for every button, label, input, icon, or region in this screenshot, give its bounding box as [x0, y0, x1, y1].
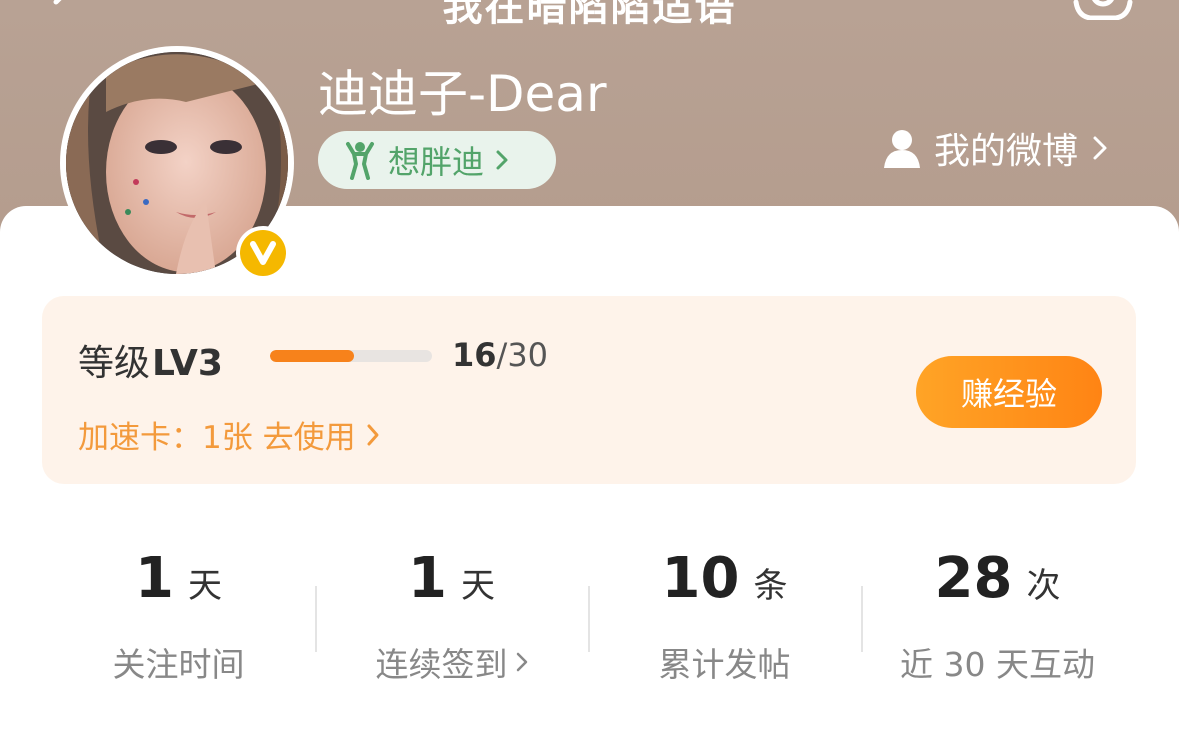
level-current-exp: 16 [452, 336, 497, 374]
stat-unit: 天 [460, 566, 495, 606]
earn-exp-button[interactable]: 赚经验 [916, 356, 1102, 428]
stat-follow-time: 1 天 关注时间 [42, 510, 315, 710]
chevron-right-icon [516, 652, 527, 672]
chevron-right-icon [367, 424, 379, 445]
fan-tag-label: 想胖迪 [388, 143, 485, 181]
chevron-right-icon [496, 150, 508, 170]
stat-number: 1 [135, 546, 174, 611]
settings-icon[interactable] [1068, 0, 1138, 20]
stat-value: 1 天 [42, 546, 315, 611]
stat-label-text: 累计发帖 [658, 645, 791, 684]
level-card: 等级LV3 16/30 加速卡：1张 去使用 赚经验 [42, 296, 1136, 484]
stat-value: 28 次 [861, 546, 1134, 611]
stat-value: 1 天 [315, 546, 588, 611]
fan-tag-button[interactable]: 想胖迪 [318, 131, 556, 189]
user-icon [884, 130, 920, 168]
nickname: 迪迪子-Dear [318, 65, 607, 123]
stat-unit: 条 [753, 566, 788, 606]
stat-number: 28 [934, 546, 1013, 611]
level-progress-text: 16/30 [452, 336, 548, 374]
stat-label-text: 关注时间 [112, 645, 245, 684]
stat-interactions-30d: 28 次 近 30 天互动 [861, 510, 1134, 710]
level-label: 等级LV3 [78, 334, 223, 386]
level-total-exp: /30 [496, 336, 549, 374]
stat-label: 累计发帖 [588, 638, 861, 686]
chevron-right-icon [1093, 136, 1107, 160]
stat-number: 1 [408, 546, 447, 611]
fan-icon [346, 142, 374, 180]
level-value: LV3 [152, 343, 223, 384]
stat-checkin-streak[interactable]: 1 天 连续签到 [315, 510, 588, 710]
verified-icon [236, 226, 290, 280]
my-weibo-label: 我的微博 [934, 131, 1079, 172]
level-title: 等级 [78, 343, 151, 384]
stats-row: 1 天 关注时间 1 天 连续签到 10 条 累计发帖 28 次 近 30 天互… [42, 510, 1136, 710]
page-title: 我在暗陷陷适语 [442, 0, 737, 30]
stat-unit: 次 [1026, 566, 1061, 606]
level-progress-bar [270, 350, 432, 362]
stat-number: 10 [661, 546, 740, 611]
stat-label-text: 连续签到 [375, 645, 508, 684]
stat-unit: 天 [187, 566, 222, 606]
stat-label-text: 近 30 天互动 [900, 645, 1095, 684]
stat-label: 连续签到 [315, 638, 588, 686]
stat-label: 近 30 天互动 [861, 638, 1134, 686]
boost-card-link[interactable]: 加速卡：1张 去使用 [78, 412, 380, 457]
stat-value: 10 条 [588, 546, 861, 611]
boost-card-label: 加速卡：1张 去使用 [78, 420, 356, 456]
stat-total-posts: 10 条 累计发帖 [588, 510, 861, 710]
stat-label: 关注时间 [42, 638, 315, 686]
my-weibo-link[interactable]: 我的微博 [882, 126, 1108, 172]
level-progress-fill [270, 350, 355, 362]
